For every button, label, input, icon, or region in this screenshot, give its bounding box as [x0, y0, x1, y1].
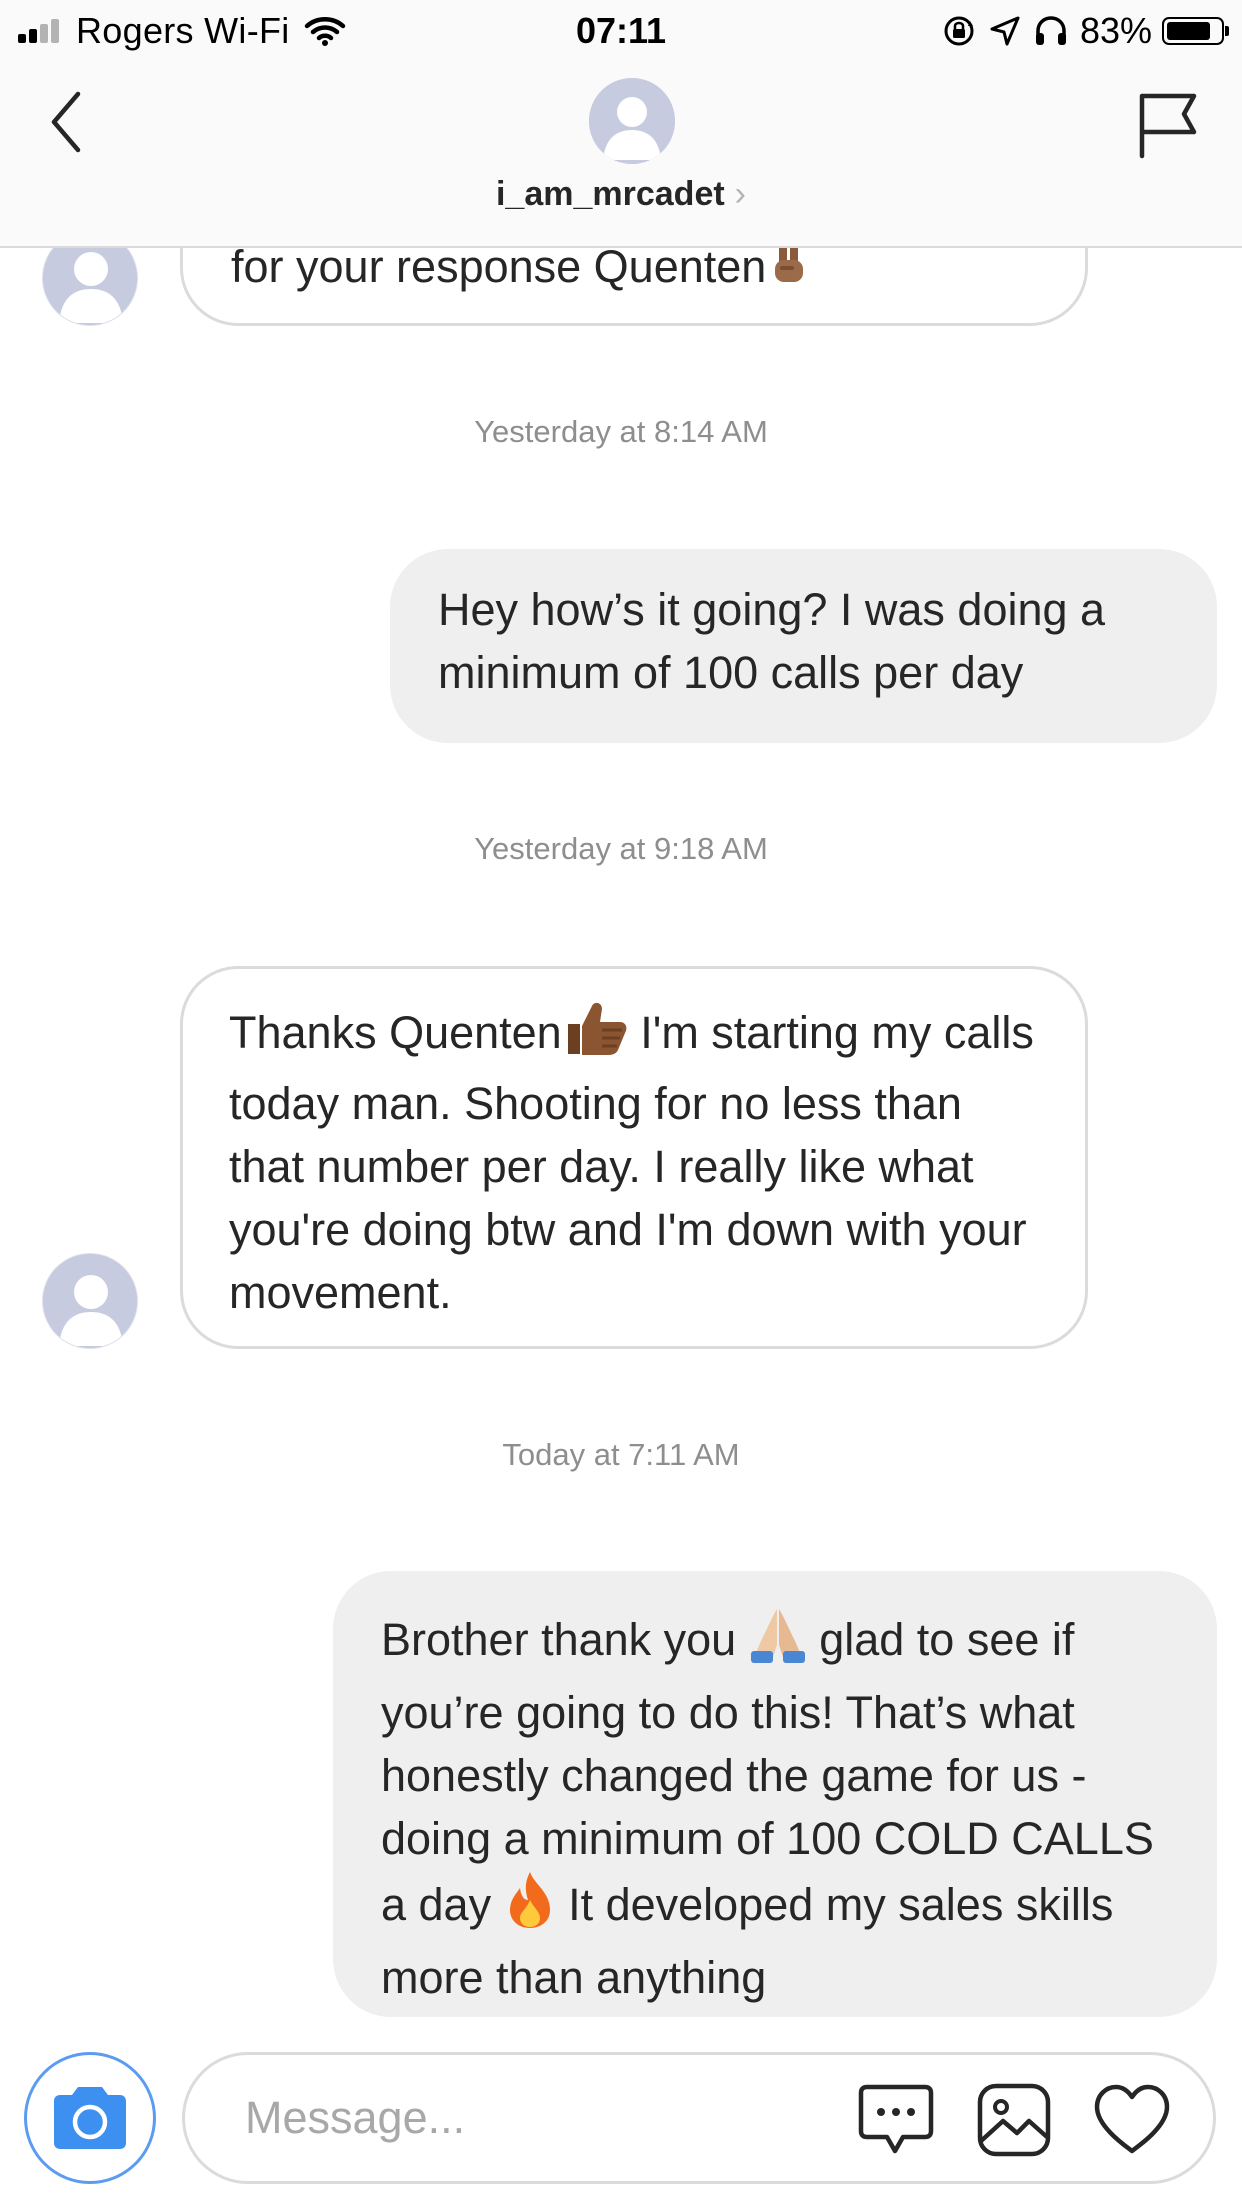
message-text: Brother thank you [381, 1613, 749, 1665]
orientation-lock-icon [944, 16, 974, 46]
message-field[interactable] [182, 2052, 1216, 2184]
flag-icon[interactable] [1132, 90, 1202, 160]
thumbs-up-emoji-icon [562, 1000, 628, 1072]
avatar-placeholder-icon [43, 1254, 137, 1348]
folded-hands-emoji-icon [749, 1605, 807, 1681]
battery-icon [1162, 17, 1229, 45]
avatar-placeholder-icon [589, 78, 675, 164]
conversation-username[interactable]: i_am_mrcadet › [0, 170, 1242, 218]
message-timestamp: Today at 7:11 AM [502, 1437, 740, 1472]
back-chevron-icon[interactable] [40, 86, 104, 158]
message-thread[interactable]: for your response Quenten Yesterday at 8… [0, 0, 1242, 2208]
message-text: Thanks Quenten [229, 1006, 562, 1058]
fire-emoji-icon [504, 1870, 556, 1946]
battery-percent: 83% [1079, 10, 1152, 51]
username-label: i_am_mrcadet [495, 175, 725, 213]
battery-fill [1167, 22, 1211, 40]
gallery-icon[interactable] [975, 2081, 1053, 2159]
message-input[interactable] [245, 2085, 805, 2151]
status-bar: Rogers Wi-Fi 07:11 83% [0, 0, 1242, 60]
chevron-right-icon: › [734, 175, 746, 213]
message-text: Hey how’s it going? I was doing a minimu… [438, 584, 1106, 698]
camera-icon [54, 2087, 126, 2149]
message-bubble-incoming[interactable]: Thanks Quenten I'm starting my calls tod… [180, 966, 1088, 1349]
message-bubble-outgoing[interactable]: Hey how’s it going? I was doing a minimu… [390, 549, 1217, 743]
conversation-header: i_am_mrcadet › [0, 60, 1242, 248]
sender-avatar[interactable] [42, 1253, 138, 1349]
location-arrow-icon [990, 16, 1020, 46]
message-composer [0, 2036, 1242, 2208]
camera-button[interactable] [24, 2052, 156, 2184]
message-bubble-outgoing[interactable]: Brother thank you glad to see if you’re … [333, 1571, 1217, 2017]
message-timestamp: Yesterday at 8:14 AM [474, 414, 768, 449]
heart-icon[interactable] [1093, 2081, 1171, 2159]
message-timestamp: Yesterday at 9:18 AM [474, 831, 768, 866]
message-text: for your response Quenten [231, 241, 767, 292]
headphones-icon [1035, 16, 1066, 45]
chat-bubble-icon[interactable] [857, 2081, 935, 2159]
header-avatar[interactable] [589, 78, 675, 164]
